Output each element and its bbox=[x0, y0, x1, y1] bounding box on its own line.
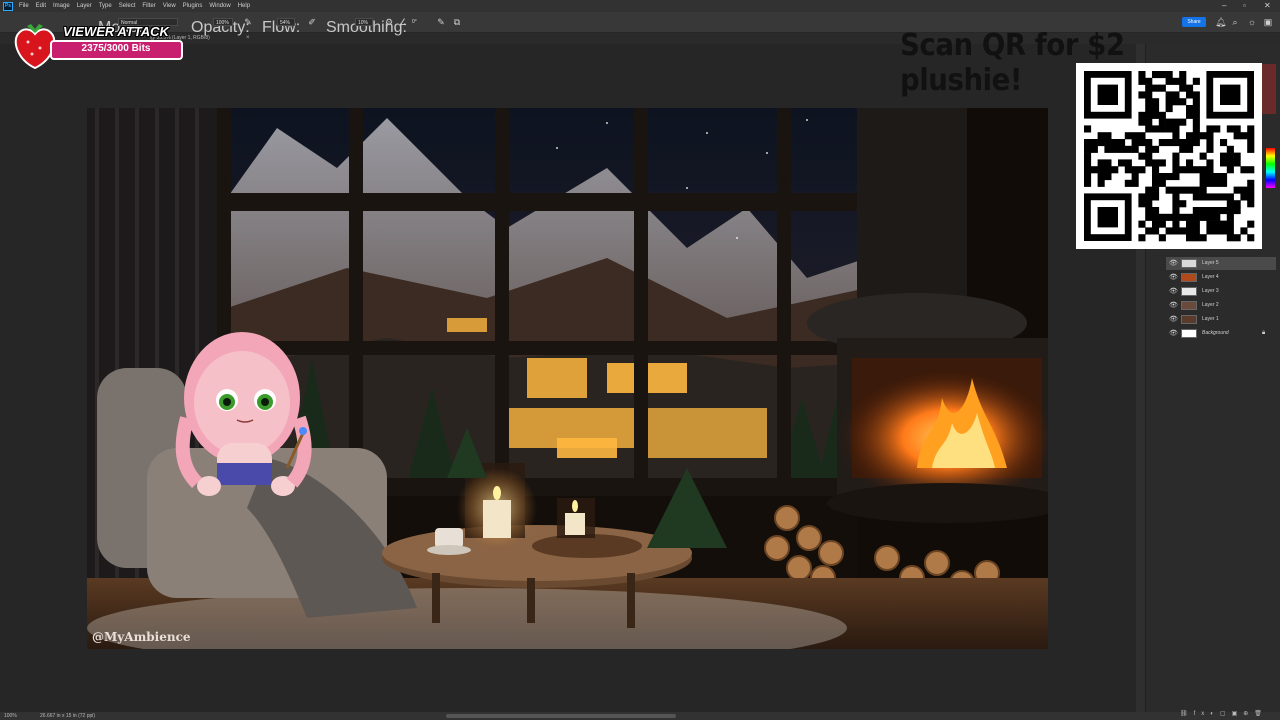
layer-thumbnail bbox=[1181, 259, 1197, 268]
workspace-icon[interactable]: ☼ bbox=[1247, 17, 1257, 27]
watermark-text: @MyAmbience bbox=[92, 630, 191, 644]
layer-name: Layer 5 bbox=[1202, 260, 1219, 266]
bits-counter: 2375/3000 Bits bbox=[81, 43, 151, 54]
navigator-thumbnail[interactable] bbox=[1262, 64, 1276, 114]
window-view bbox=[227, 108, 867, 483]
zoom-readout[interactable]: 100% bbox=[4, 712, 17, 720]
layer-thumbnail bbox=[1181, 287, 1197, 296]
opacity-input[interactable]: 100% bbox=[213, 18, 233, 26]
menu-type[interactable]: Type bbox=[99, 3, 112, 9]
artwork-canvas[interactable] bbox=[87, 108, 1048, 649]
layer-row[interactable]: 👁︎ Layer 2 bbox=[1166, 299, 1276, 312]
layer-name: Layer 2 bbox=[1202, 302, 1219, 308]
menu-edit[interactable]: Edit bbox=[36, 3, 46, 9]
layer-row[interactable]: 👁︎ Background 🔒︎ bbox=[1166, 327, 1276, 340]
bell-icon[interactable]: 🔔︎ bbox=[1215, 17, 1226, 27]
menu-help[interactable]: Help bbox=[238, 3, 250, 9]
color-spectrum[interactable] bbox=[1266, 148, 1275, 188]
maximize-icon[interactable]: ▫ bbox=[1243, 1, 1246, 10]
horizontal-scrollbar[interactable] bbox=[446, 714, 676, 718]
menu-bar: Ps File Edit Image Layer Type Select Fil… bbox=[0, 0, 1280, 12]
layer-name: Layer 4 bbox=[1202, 274, 1219, 280]
close-icon[interactable]: ✕ bbox=[1264, 1, 1271, 10]
airbrush-icon[interactable]: ✐ bbox=[307, 17, 317, 27]
minimize-icon[interactable]: – bbox=[1222, 1, 1226, 10]
menu-filter[interactable]: Filter bbox=[142, 3, 155, 9]
share-button[interactable]: Share bbox=[1182, 17, 1206, 27]
menu-window[interactable]: Window bbox=[209, 3, 230, 9]
pressure-opacity-icon[interactable]: ✎ bbox=[243, 17, 253, 27]
layer-thumbnail bbox=[1181, 315, 1197, 324]
search-icon[interactable]: ⌕ bbox=[1230, 17, 1240, 27]
layer-row[interactable]: 👁︎ Layer 1 bbox=[1166, 313, 1276, 326]
flow-input[interactable]: 54% bbox=[277, 18, 295, 26]
layer-thumbnail bbox=[1181, 273, 1197, 282]
layer-name: Layer 1 bbox=[1202, 316, 1219, 322]
pressure-size-icon[interactable]: ✎ bbox=[436, 17, 446, 27]
angle-input[interactable]: 0° bbox=[410, 18, 424, 26]
eye-icon[interactable]: 👁︎ bbox=[1169, 271, 1178, 284]
layer-thumbnail bbox=[1181, 301, 1197, 310]
eye-icon[interactable]: 👁︎ bbox=[1169, 285, 1178, 298]
layer-name: Background bbox=[1202, 330, 1229, 336]
menu-image[interactable]: Image bbox=[53, 3, 70, 9]
panel-layout-icon[interactable]: ▣ bbox=[1263, 17, 1273, 27]
eye-icon[interactable]: 👁︎ bbox=[1169, 299, 1178, 312]
document-dimensions: 26.667 in x 15 in (72 ppi) bbox=[40, 713, 96, 719]
menu-view[interactable]: View bbox=[163, 3, 176, 9]
layer-row[interactable]: 👁︎ Layer 4 bbox=[1166, 271, 1276, 284]
lock-icon: 🔒︎ bbox=[1262, 330, 1266, 336]
smoothing-input[interactable]: 10% bbox=[355, 18, 373, 26]
eye-icon[interactable]: 👁︎ bbox=[1169, 257, 1178, 270]
menu-file[interactable]: File bbox=[19, 3, 29, 9]
layer-row[interactable]: 👁︎ Layer 3 bbox=[1166, 285, 1276, 298]
layer-actions-toolbar[interactable]: ⛓fx◐▢▣⊕🗑︎ bbox=[1180, 710, 1268, 717]
qr-code[interactable] bbox=[1076, 63, 1262, 249]
layer-name: Layer 3 bbox=[1202, 288, 1219, 294]
angle-icon: ∠ bbox=[398, 17, 408, 27]
layer-row[interactable]: 👁︎ Layer 5 bbox=[1166, 257, 1276, 270]
cozy-cabin-scene bbox=[87, 108, 1048, 649]
layer-thumbnail bbox=[1181, 329, 1197, 338]
menu-layer[interactable]: Layer bbox=[77, 3, 92, 9]
viewer-attack-title: VIEWER ATTACK bbox=[63, 24, 169, 39]
smoothing-settings-gear-icon[interactable]: ⚙ bbox=[384, 17, 394, 27]
tab-close-icon[interactable]: × bbox=[246, 35, 250, 41]
photoshop-logo-icon: Ps bbox=[3, 1, 13, 11]
menu-select[interactable]: Select bbox=[119, 3, 136, 9]
symmetry-icon[interactable]: ⧉ bbox=[452, 17, 462, 27]
menu-plugins[interactable]: Plugins bbox=[183, 3, 203, 9]
eye-icon[interactable]: 👁︎ bbox=[1169, 313, 1178, 326]
eye-icon[interactable]: 👁︎ bbox=[1169, 327, 1178, 340]
